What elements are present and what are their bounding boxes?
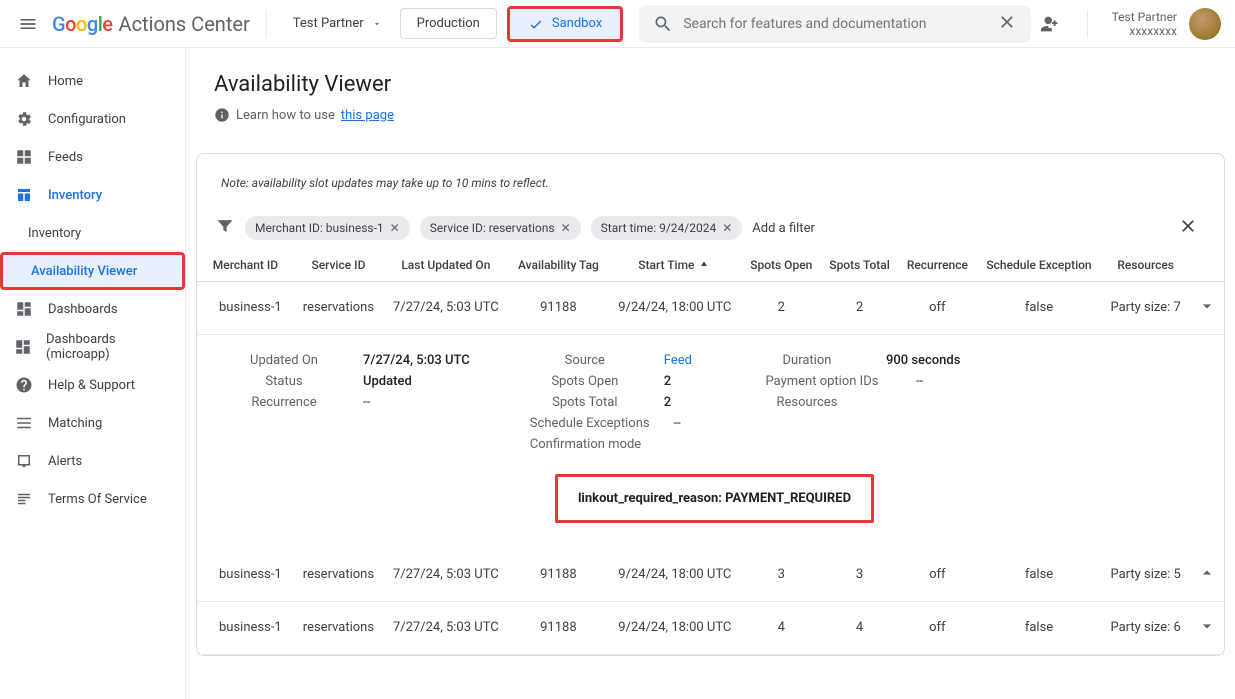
learn-link[interactable]: this page — [341, 108, 394, 123]
inventory-icon — [14, 186, 34, 204]
user-name: Test Partner — [1112, 10, 1177, 24]
home-icon — [14, 72, 34, 90]
close-filters-icon[interactable] — [1178, 216, 1198, 240]
col-open[interactable]: Spots Open — [742, 250, 821, 281]
logo: Google Actions Center — [52, 12, 250, 36]
add-filter-button[interactable]: Add a filter — [752, 221, 815, 236]
row-detail-panel: Updated On7/27/24, 5:03 UTC StatusUpdate… — [197, 335, 1224, 549]
check-icon — [528, 16, 544, 32]
filter-icon[interactable] — [215, 216, 235, 240]
expand-toggle[interactable] — [1190, 601, 1224, 654]
col-res[interactable]: Resources — [1102, 250, 1190, 281]
grid-icon — [14, 148, 34, 166]
production-button[interactable]: Production — [400, 8, 497, 39]
hamburger-menu[interactable] — [8, 4, 48, 44]
nav-help[interactable]: Help & Support — [0, 366, 181, 404]
col-service[interactable]: Service ID — [294, 250, 383, 281]
search-input[interactable] — [683, 16, 996, 32]
chip-remove-icon[interactable]: ✕ — [722, 221, 732, 235]
page-title: Availability Viewer — [214, 72, 1207, 97]
table-row[interactable]: business-1 reservations 7/27/24, 5:03 UT… — [197, 601, 1224, 654]
table-row[interactable]: business-1 reservations 7/27/24, 5:03 UT… — [197, 549, 1224, 602]
chip-remove-icon[interactable]: ✕ — [561, 221, 571, 235]
dashboard-icon — [14, 300, 34, 318]
nav-dashboards-micro[interactable]: Dashboards (microapp) — [0, 328, 181, 366]
filter-chip-merchant[interactable]: Merchant ID: business-1✕ — [245, 216, 410, 240]
dashboard-icon — [14, 338, 32, 356]
expand-toggle[interactable] — [1190, 549, 1224, 602]
tos-icon — [14, 490, 34, 508]
col-sched[interactable]: Schedule Exception — [976, 250, 1101, 281]
info-icon — [214, 107, 230, 123]
nav-alerts[interactable]: Alerts — [0, 442, 181, 480]
nav-inventory[interactable]: Inventory — [0, 176, 181, 214]
search-icon — [653, 14, 673, 34]
sidebar: Home Configuration Feeds Inventory Inven… — [0, 48, 186, 699]
col-merchant[interactable]: Merchant ID — [197, 250, 294, 281]
table-row[interactable]: business-1 reservations 7/27/24, 5:03 UT… — [197, 281, 1224, 334]
nav-feeds[interactable]: Feeds — [0, 138, 181, 176]
learn-text: Learn how to use — [236, 108, 335, 123]
google-logo: Google — [52, 12, 113, 36]
caret-down-icon — [372, 19, 382, 29]
partner-label: Test Partner — [293, 16, 364, 31]
sort-asc-icon — [697, 258, 711, 272]
clear-search-icon[interactable] — [997, 12, 1017, 36]
filter-chip-service[interactable]: Service ID: reservations✕ — [420, 216, 581, 240]
divider — [1087, 10, 1088, 38]
help-icon — [14, 376, 34, 394]
avatar[interactable] — [1189, 8, 1221, 40]
col-recur[interactable]: Recurrence — [898, 250, 976, 281]
divider — [266, 10, 267, 38]
nav-availability-viewer[interactable]: Availability Viewer — [0, 252, 185, 290]
alert-icon — [14, 452, 34, 470]
product-name: Actions Center — [119, 12, 250, 36]
col-total[interactable]: Spots Total — [821, 250, 898, 281]
gear-icon — [14, 110, 34, 128]
col-tag[interactable]: Availability Tag — [509, 250, 608, 281]
note-text: Note: availability slot updates may take… — [197, 176, 1224, 210]
user-sub: xxxxxxxx — [1129, 24, 1177, 38]
source-link[interactable]: Feed — [664, 353, 692, 368]
partner-dropdown[interactable]: Test Partner — [283, 10, 392, 37]
nav-dashboards[interactable]: Dashboards — [0, 290, 181, 328]
nav-home[interactable]: Home — [0, 62, 181, 100]
chip-remove-icon[interactable]: ✕ — [390, 221, 400, 235]
user-switch-icon[interactable] — [1031, 4, 1071, 44]
col-updated[interactable]: Last Updated On — [383, 250, 509, 281]
availability-table: Merchant ID Service ID Last Updated On A… — [197, 250, 1224, 655]
nav-tos[interactable]: Terms Of Service — [0, 480, 181, 518]
search-box[interactable] — [639, 5, 1030, 43]
sandbox-label: Sandbox — [552, 16, 602, 31]
matching-icon — [14, 414, 34, 432]
expand-toggle[interactable] — [1190, 281, 1224, 334]
user-info: Test Partner xxxxxxxx — [1112, 10, 1177, 38]
nav-matching[interactable]: Matching — [0, 404, 181, 442]
filter-chip-start[interactable]: Start time: 9/24/2024✕ — [591, 216, 743, 240]
sandbox-button[interactable]: Sandbox — [507, 6, 623, 42]
col-start[interactable]: Start Time — [608, 250, 742, 281]
linkout-reason-box: linkout_required_reason: PAYMENT_REQUIRE… — [555, 474, 874, 523]
nav-configuration[interactable]: Configuration — [0, 100, 181, 138]
nav-inventory-sub[interactable]: Inventory — [0, 214, 181, 252]
